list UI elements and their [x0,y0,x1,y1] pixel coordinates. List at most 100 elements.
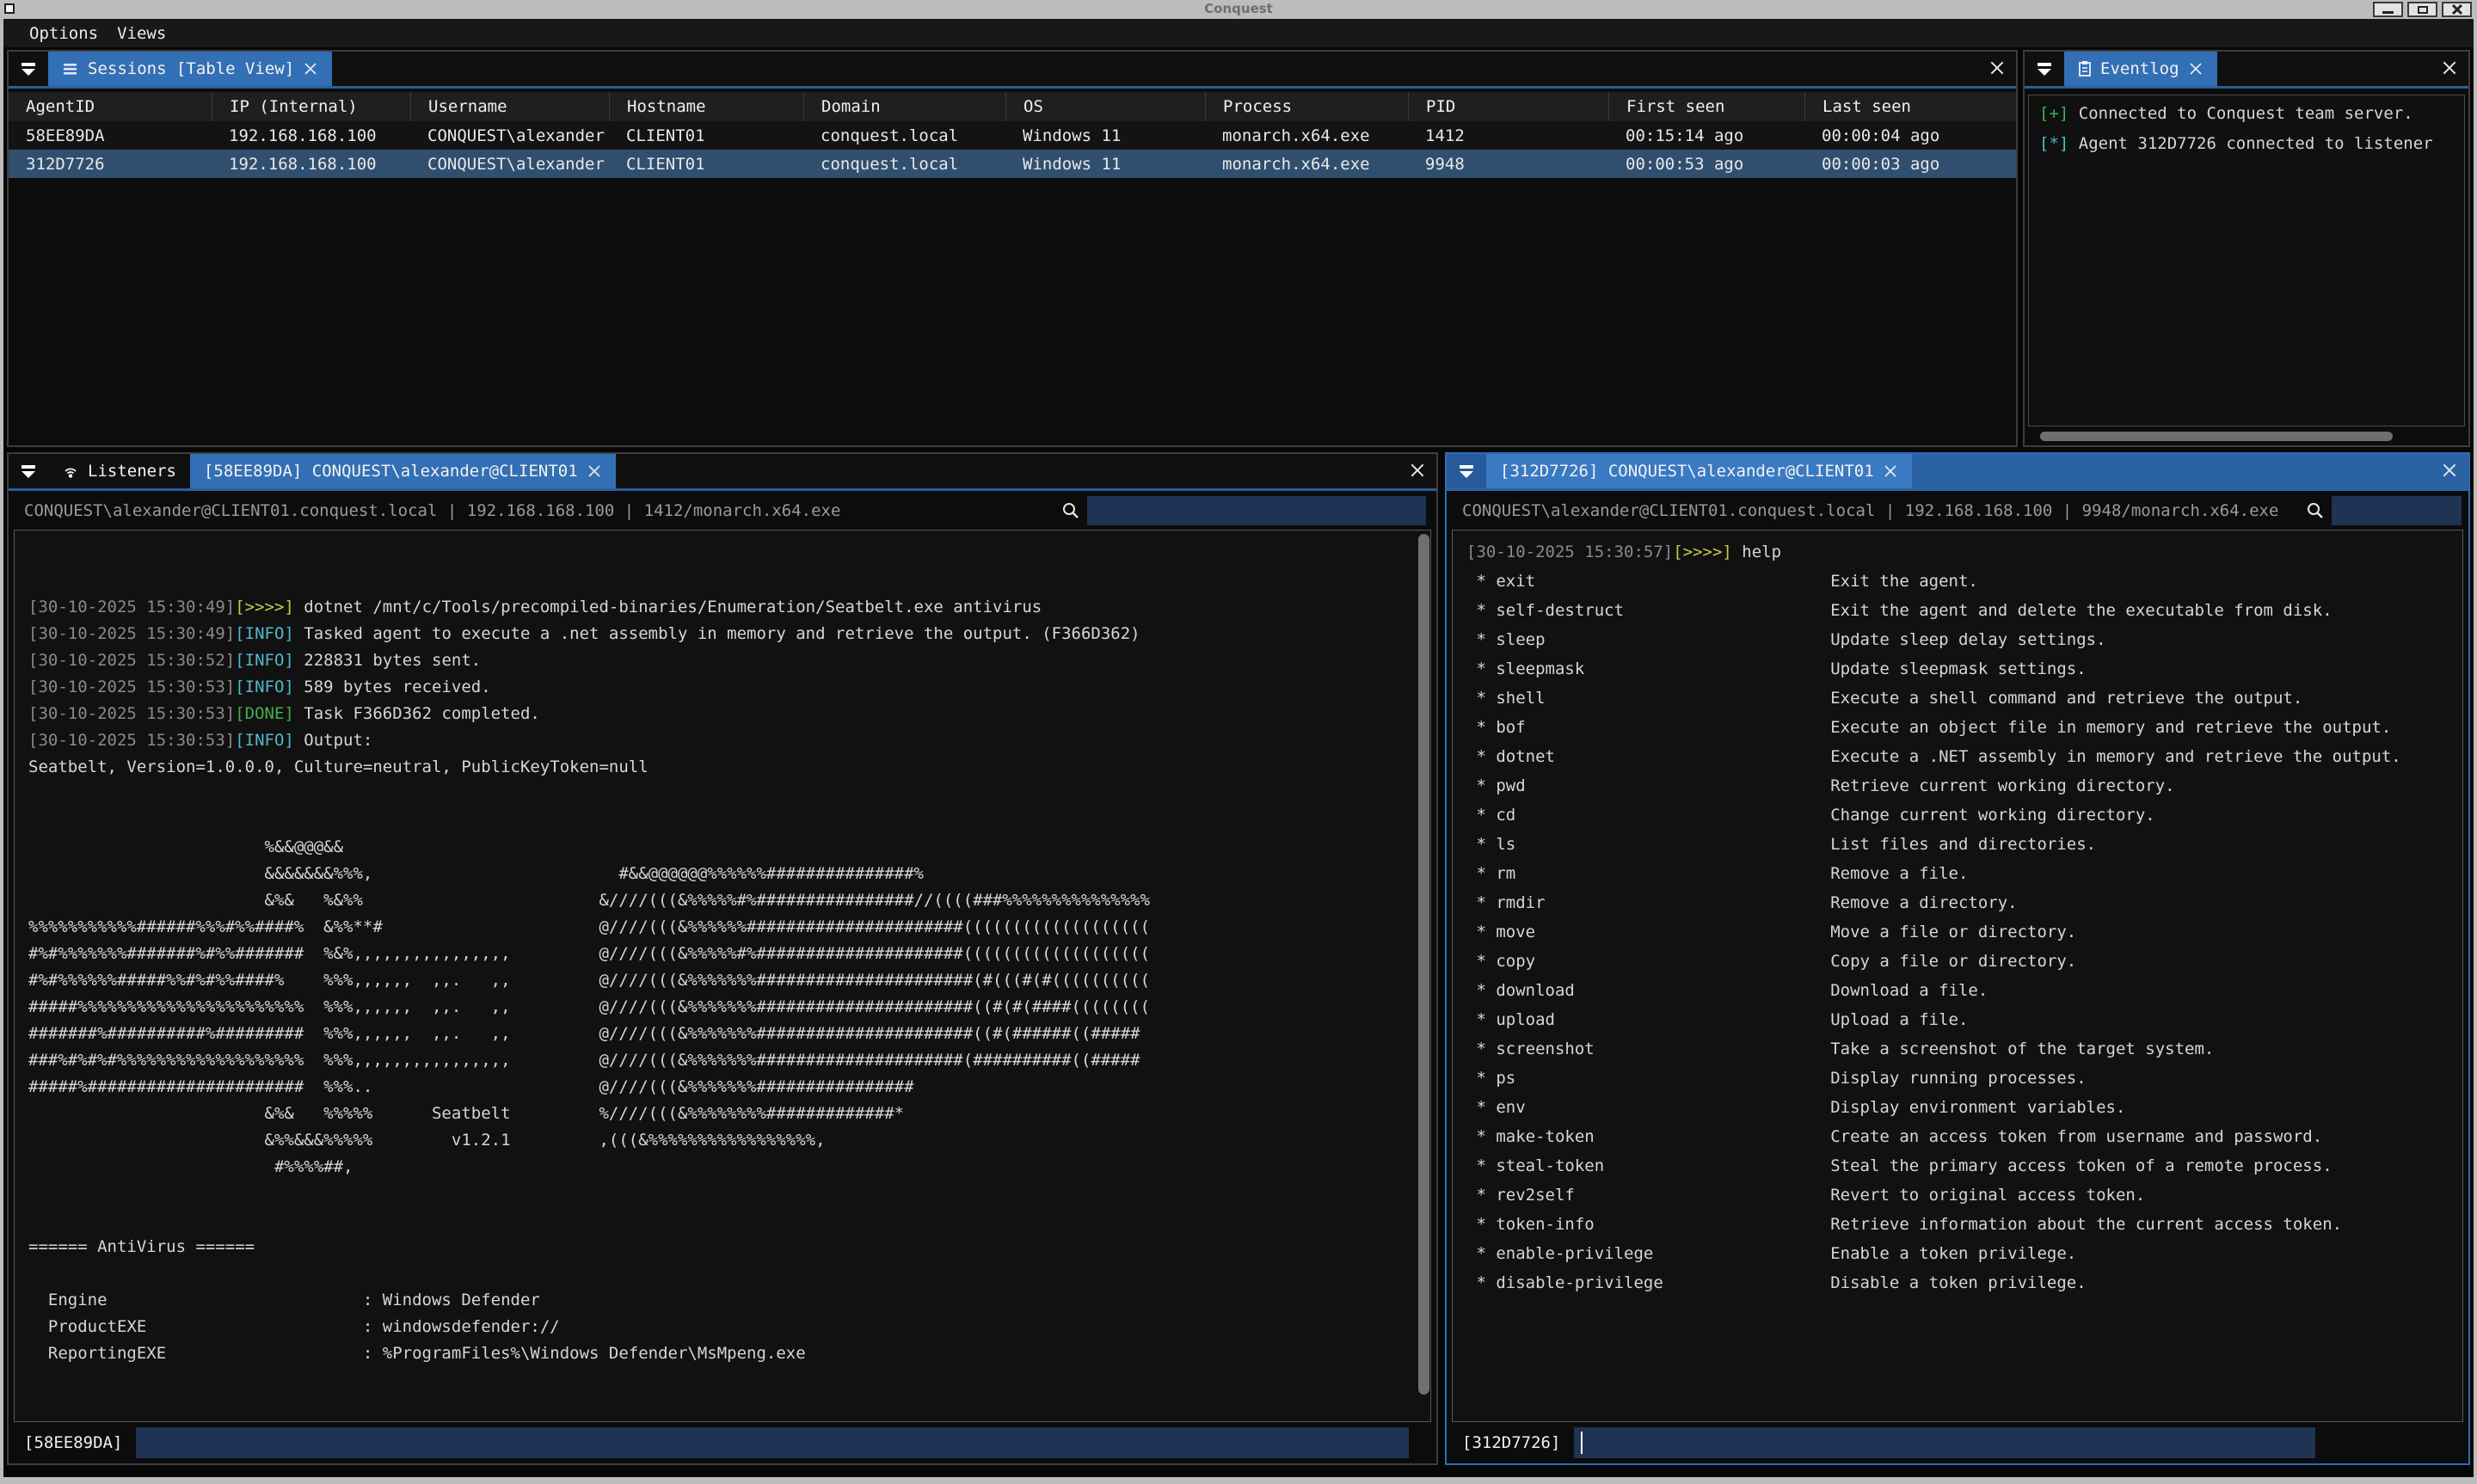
tab-agent-label: [312D7726] CONQUEST\alexander@CLIENT01 [1500,462,1874,481]
table-cell: 00:00:04 ago [1804,126,2016,145]
terminal-line: * pwd Retrieve current working directory… [1466,771,2462,800]
search-input[interactable] [1087,496,1426,525]
terminal-line: #####%###################### %%%.. @////… [28,1074,1430,1101]
command-input[interactable] [136,1427,1409,1458]
terminal-line [28,1260,1430,1287]
table-cell: CLIENT01 [609,126,803,145]
maximize-button[interactable] [2407,2,2437,17]
table-cell: 00:00:03 ago [1804,155,2016,174]
table-cell: 58EE89DA [9,126,212,145]
search-input[interactable] [2332,496,2462,525]
column-header: OS [1005,92,1205,121]
terminal-line: * download Download a file. [1466,976,2462,1005]
terminal-line: &%& %%%%% Seatbelt %////(((&%%%%%%%%####… [28,1101,1430,1127]
eventlog-line: [*] Agent 312D7726 connected to listener [2039,129,2454,159]
column-header: AgentID [9,92,212,121]
terminal-line: * rev2self Revert to original access tok… [1466,1180,2462,1210]
conquest-window: Conquest Options Views [0,0,2477,1484]
menubar: Options Views [3,19,2474,47]
terminal-line: * env Display environment variables. [1466,1093,2462,1122]
close-icon [2451,3,2463,15]
terminal-tabbar: [312D7726] CONQUEST\alexander@CLIENT01 [1447,454,2468,491]
panel-menu-button[interactable] [9,52,48,86]
tab-listeners[interactable]: Listeners [48,454,190,488]
terminal-line: ###%#%#%#%%%%%%%%%%%%%%%%%%% %%%,,,,,,,,… [28,1047,1430,1074]
tab-sessions[interactable]: Sessions [Table View] [48,52,332,86]
terminal-line: * ps Display running processes. [1466,1064,2462,1093]
tab-eventlog-label: Eventlog [2100,59,2179,78]
agent-status-line: CONQUEST\alexander@CLIENT01.conquest.loc… [9,491,1436,530]
column-header: PID [1408,92,1608,121]
terminal-line: #%%%%##, [28,1154,1430,1180]
terminal-line: * self-destruct Exit the agent and delet… [1466,596,2462,625]
terminal-line: &%%&&&%%%%% v1.2.1 ,(((&%%%%%%%%%%%%%%%%… [28,1127,1430,1154]
terminal-line: * make-token Create an access token from… [1466,1122,2462,1151]
titlebar: Conquest [0,0,2477,19]
scrollbar-thumb[interactable] [2040,432,2393,441]
table-cell: conquest.local [803,126,1005,145]
table-cell: CONQUEST\alexander [410,126,609,145]
terminal-line: #%#%%%%%%#####%%#%#%%####% %%%,,,,,, ,,.… [28,967,1430,994]
clipboard-icon [2078,60,2092,77]
tab-agent-58EE89DA[interactable]: [58EE89DA] CONQUEST\alexander@CLIENT01 [190,454,616,488]
dropdown-icon [20,62,37,77]
close-button[interactable] [2442,2,2472,17]
terminal-line [28,1394,1430,1420]
panel-menu-button[interactable] [1447,454,1486,488]
table-cell: 1412 [1408,126,1608,145]
eventlog-line: [+] Connected to Conquest team server. [2039,99,2454,129]
panel-menu-button[interactable] [9,454,48,488]
vertical-scrollbar[interactable] [1418,532,1429,1420]
terminal-line: %&&@@@&& [28,834,1430,861]
dropdown-icon [2036,62,2053,77]
panel-menu-button[interactable] [2025,52,2064,86]
table-cell: 00:15:14 ago [1608,126,1804,145]
table-row[interactable]: 58EE89DA192.168.168.100CONQUEST\alexande… [9,121,2016,150]
terminal-line [28,781,1430,807]
terminal-line: #%#%%%%%%%#######%#%%####### %&%,,,,,,,,… [28,941,1430,967]
column-header: IP (Internal) [212,92,410,121]
tab-agent-312D7726[interactable]: [312D7726] CONQUEST\alexander@CLIENT01 [1486,454,1912,488]
terminal-line: * shell Execute a shell command and retr… [1466,684,2462,713]
minimize-button[interactable] [2373,2,2403,17]
scrollbar-thumb[interactable] [1418,534,1429,1395]
table-cell: Windows 11 [1005,126,1205,145]
terminal-line [28,1207,1430,1234]
table-cell: monarch.x64.exe [1205,155,1408,174]
terminal-line: [30-10-2025 15:30:53][DONE] Task F366D36… [28,701,1430,727]
tab-eventlog[interactable]: Eventlog [2064,52,2217,86]
agent-status-line: CONQUEST\alexander@CLIENT01.conquest.loc… [1447,491,2468,530]
eventlog-horizontal-scrollbar[interactable] [2031,431,2462,442]
prompt-label: [312D7726] [1452,1433,1560,1452]
terminal-line [28,1367,1430,1394]
prompt-label: [58EE89DA] [14,1433,122,1452]
sessions-panel-close-icon[interactable] [1988,52,2006,83]
terminal-line: * disable-privilege Disable a token priv… [1466,1268,2462,1297]
column-header: First seen [1608,92,1804,121]
terminal-line: [30-10-2025 15:30:52][INFO] 228831 bytes… [28,647,1430,674]
terminal-line: * token-info Retrieve information about … [1466,1210,2462,1239]
column-header: Domain [803,92,1005,121]
tab-close-icon[interactable] [2188,61,2203,77]
menu-options[interactable]: Options [29,24,98,43]
menu-views[interactable]: Views [117,24,166,43]
terminal-panel-close-icon[interactable] [2441,454,2458,486]
terminal-line: #######%##########%######### %%%,,,,,, ,… [28,1021,1430,1047]
eventlog-panel-close-icon[interactable] [2441,52,2458,83]
terminal-line: &&&&&&&%%%, #&&@@@@@@%%%%%%#############… [28,861,1430,887]
terminal-line: * bof Execute an object file in memory a… [1466,713,2462,742]
sessions-table-body: 58EE89DA192.168.168.100CONQUEST\alexande… [9,121,2016,178]
tab-close-icon[interactable] [303,61,318,77]
tab-close-icon[interactable] [587,463,602,479]
column-header: Last seen [1804,92,2016,121]
table-cell: 312D7726 [9,155,212,174]
eventlog-output: [+] Connected to Conquest team server.[*… [2028,95,2465,426]
table-row[interactable]: 312D7726192.168.168.100CONQUEST\alexande… [9,150,2016,178]
terminal-panel-close-icon[interactable] [1409,454,1426,486]
terminal-line: ReportingEXE : %ProgramFiles%\Windows De… [28,1340,1430,1367]
tab-close-icon[interactable] [1883,463,1898,479]
table-cell: Windows 11 [1005,155,1205,174]
terminal-line: * move Move a file or directory. [1466,917,2462,947]
terminal-line: [30-10-2025 15:30:53][INFO] 589 bytes re… [28,674,1430,701]
command-input[interactable] [1574,1427,2315,1458]
